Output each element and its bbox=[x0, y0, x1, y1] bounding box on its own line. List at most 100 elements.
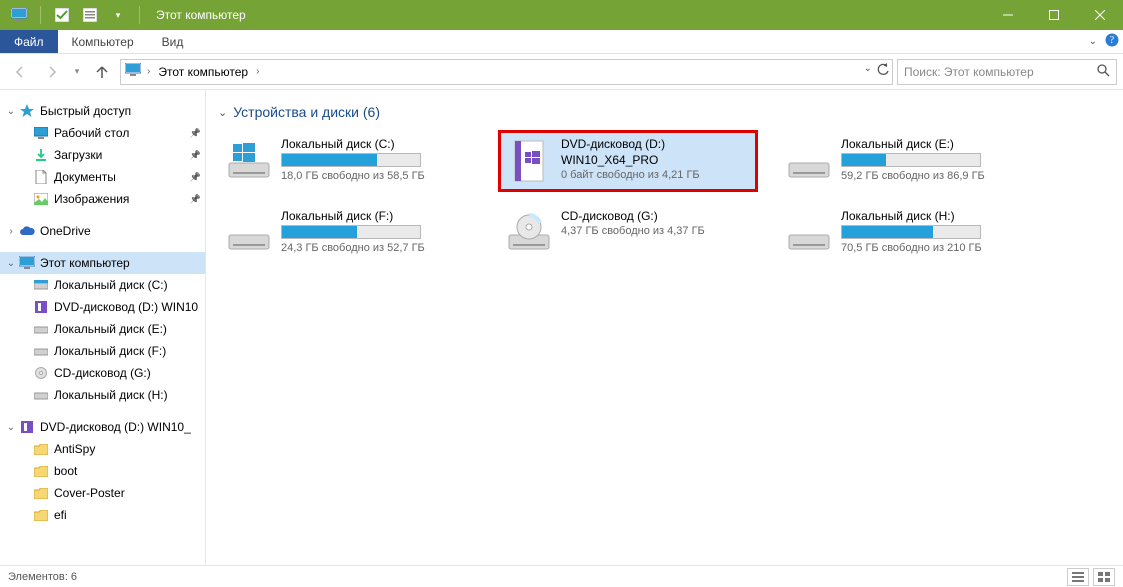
sidebar: ⌄ Быстрый доступ Рабочий стол Загрузки Д… bbox=[0, 90, 206, 565]
sidebar-item-antispy[interactable]: AntiSpy bbox=[0, 438, 205, 460]
sidebar-item-drive-g[interactable]: CD-дисковод (G:) bbox=[0, 362, 205, 384]
tab-computer[interactable]: Компьютер bbox=[58, 30, 148, 53]
tab-view[interactable]: Вид bbox=[148, 30, 198, 53]
group-header[interactable]: ⌄ Устройства и диски (6) bbox=[218, 104, 1111, 120]
sidebar-item-label: DVD-дисковод (D:) WIN10 bbox=[54, 300, 198, 314]
close-button[interactable] bbox=[1077, 0, 1123, 30]
sidebar-item-downloads[interactable]: Загрузки bbox=[0, 144, 205, 166]
chevron-down-icon[interactable]: ⌄ bbox=[4, 258, 18, 269]
refresh-icon[interactable] bbox=[876, 63, 890, 80]
ribbon-expand-icon[interactable]: ⌄ bbox=[1089, 36, 1097, 47]
chevron-down-icon[interactable]: ⌄ bbox=[4, 106, 18, 117]
view-details-button[interactable] bbox=[1067, 568, 1089, 586]
sidebar-item-drive-c[interactable]: Локальный диск (C:) bbox=[0, 274, 205, 296]
drive-free-text: 59,2 ГБ свободно из 86,9 ГБ bbox=[841, 170, 1031, 182]
sidebar-item-label: efi bbox=[54, 508, 67, 522]
sidebar-item-pictures[interactable]: Изображения bbox=[0, 188, 205, 210]
qat-separator bbox=[139, 6, 140, 24]
file-tab[interactable]: Файл bbox=[0, 30, 58, 53]
sidebar-item-documents[interactable]: Документы bbox=[0, 166, 205, 188]
drive-tile[interactable]: Локальный диск (F:)24,3 ГБ свободно из 5… bbox=[218, 202, 478, 264]
drive-grid: Локальный диск (C:)18,0 ГБ свободно из 5… bbox=[218, 130, 1111, 264]
titlebar: ▾ Этот компьютер bbox=[0, 0, 1123, 30]
drive-tile[interactable]: Локальный диск (H:)70,5 ГБ свободно из 2… bbox=[778, 202, 1038, 264]
sidebar-item-drive-h[interactable]: Локальный диск (H:) bbox=[0, 384, 205, 406]
minimize-button[interactable] bbox=[985, 0, 1031, 30]
drive-tile[interactable]: DVD-дисковод (D:)WIN10_X64_PRO0 байт сво… bbox=[498, 130, 758, 192]
breadcrumb-root[interactable]: Этот компьютер bbox=[156, 65, 250, 79]
document-icon bbox=[32, 170, 50, 184]
sidebar-item-label: Быстрый доступ bbox=[40, 104, 131, 118]
drive-icon bbox=[505, 209, 553, 257]
desktop-icon bbox=[32, 127, 50, 139]
sidebar-item-drive-f[interactable]: Локальный диск (F:) bbox=[0, 340, 205, 362]
sidebar-item-desktop[interactable]: Рабочий стол bbox=[0, 122, 205, 144]
space-bar bbox=[281, 153, 421, 167]
drive-free-text: 4,37 ГБ свободно из 4,37 ГБ bbox=[561, 225, 751, 237]
search-box[interactable]: Поиск: Этот компьютер bbox=[897, 59, 1117, 85]
chevron-down-icon[interactable]: ⌄ bbox=[218, 106, 227, 119]
chevron-right-icon[interactable]: › bbox=[254, 66, 261, 77]
svg-text:?: ? bbox=[1110, 35, 1115, 46]
drive-free-text: 24,3 ГБ свободно из 52,7 ГБ bbox=[281, 242, 471, 254]
drive-icon bbox=[225, 137, 273, 185]
history-dropdown-icon[interactable]: ▾ bbox=[70, 58, 84, 86]
content-area: ⌄ Устройства и диски (6) Локальный диск … bbox=[206, 90, 1123, 565]
space-bar bbox=[841, 225, 981, 239]
folder-icon bbox=[32, 488, 50, 499]
sidebar-item-drive-e[interactable]: Локальный диск (E:) bbox=[0, 318, 205, 340]
sidebar-onedrive[interactable]: › OneDrive bbox=[0, 220, 205, 242]
view-tiles-button[interactable] bbox=[1093, 568, 1115, 586]
sidebar-dvd[interactable]: ⌄ DVD-дисковод (D:) WIN10_ bbox=[0, 416, 205, 438]
sidebar-item-label: Локальный диск (C:) bbox=[54, 278, 168, 292]
drive-free-text: 0 байт свободно из 4,21 ГБ bbox=[561, 169, 751, 181]
sidebar-quick-access[interactable]: ⌄ Быстрый доступ bbox=[0, 100, 205, 122]
sidebar-item-label: Cover-Poster bbox=[54, 486, 125, 500]
download-icon bbox=[32, 148, 50, 162]
drive-tile[interactable]: Локальный диск (E:)59,2 ГБ свободно из 8… bbox=[778, 130, 1038, 192]
forward-button[interactable] bbox=[38, 58, 66, 86]
sidebar-item-label: Документы bbox=[54, 170, 116, 184]
sidebar-item-label: OneDrive bbox=[40, 224, 91, 238]
maximize-button[interactable] bbox=[1031, 0, 1077, 30]
drive-name: Локальный диск (H:) bbox=[841, 209, 1031, 223]
sidebar-item-label: Рабочий стол bbox=[54, 126, 129, 140]
drive-icon bbox=[32, 390, 50, 400]
chevron-right-icon[interactable]: › bbox=[4, 226, 18, 237]
qat: ▾ bbox=[0, 4, 152, 26]
drive-icon bbox=[32, 346, 50, 356]
folder-icon bbox=[32, 444, 50, 455]
qat-separator bbox=[40, 6, 41, 24]
sidebar-item-cover-poster[interactable]: Cover-Poster bbox=[0, 482, 205, 504]
this-pc-icon bbox=[8, 4, 30, 26]
drive-icon bbox=[225, 209, 273, 257]
back-button[interactable] bbox=[6, 58, 34, 86]
status-text: Элементов: 6 bbox=[8, 571, 77, 583]
drive-tile[interactable]: CD-дисковод (G:)4,37 ГБ свободно из 4,37… bbox=[498, 202, 758, 264]
space-bar bbox=[281, 225, 421, 239]
cloud-icon bbox=[18, 225, 36, 237]
properties-icon[interactable] bbox=[79, 4, 101, 26]
drive-tile[interactable]: Локальный диск (C:)18,0 ГБ свободно из 5… bbox=[218, 130, 478, 192]
qat-dropdown-icon[interactable]: ▾ bbox=[107, 4, 129, 26]
search-icon[interactable] bbox=[1097, 64, 1110, 80]
address-dropdown-icon[interactable]: ⌄ bbox=[864, 63, 872, 80]
help-icon[interactable]: ? bbox=[1105, 33, 1119, 50]
dvd-icon bbox=[32, 301, 50, 313]
chevron-down-icon[interactable]: ⌄ bbox=[4, 422, 18, 433]
statusbar: Элементов: 6 bbox=[0, 565, 1123, 587]
up-button[interactable] bbox=[88, 58, 116, 86]
sidebar-item-drive-d[interactable]: DVD-дисковод (D:) WIN10 bbox=[0, 296, 205, 318]
sidebar-item-label: Этот компьютер bbox=[40, 256, 130, 270]
drive-icon bbox=[32, 324, 50, 334]
drive-icon bbox=[32, 280, 50, 290]
drive-icon bbox=[785, 137, 833, 185]
address-bar[interactable]: › Этот компьютер › ⌄ bbox=[120, 59, 893, 85]
sidebar-item-label: boot bbox=[54, 464, 77, 478]
checkbox-icon[interactable] bbox=[51, 4, 73, 26]
sidebar-this-pc[interactable]: ⌄ Этот компьютер bbox=[0, 252, 205, 274]
chevron-right-icon[interactable]: › bbox=[145, 66, 152, 77]
sidebar-item-label: Загрузки bbox=[54, 148, 102, 162]
sidebar-item-efi[interactable]: efi bbox=[0, 504, 205, 526]
sidebar-item-boot[interactable]: boot bbox=[0, 460, 205, 482]
